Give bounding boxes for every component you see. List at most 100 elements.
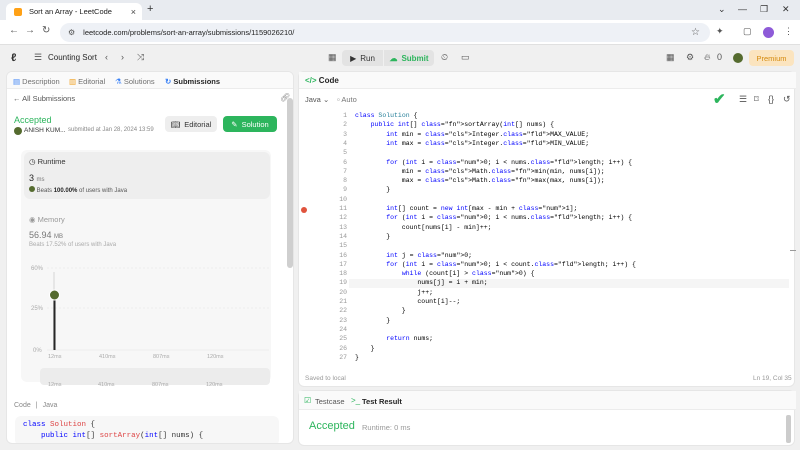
- browser-tab[interactable]: Sort an Array - LeetCode ×: [6, 3, 142, 20]
- submit-button[interactable]: ☁ Submit: [384, 50, 434, 66]
- tab-search-icon[interactable]: ⌄: [718, 4, 726, 15]
- code-line: int j = class="num">0;: [386, 251, 473, 259]
- bookmark-star-icon[interactable]: ☆: [691, 27, 700, 38]
- back-icon[interactable]: ←: [9, 25, 19, 36]
- extension-icon[interactable]: ✦: [716, 26, 724, 37]
- beats-avatar-icon: [29, 186, 35, 192]
- close-window-icon[interactable]: ✕: [782, 4, 790, 15]
- test-runtime: Runtime: 0 ms: [362, 423, 411, 432]
- line-number: 20: [339, 288, 347, 296]
- tab-description[interactable]: ▤ Description: [13, 77, 60, 86]
- timer-icon[interactable]: ⏲: [441, 52, 448, 63]
- code-line: for (int i = class="num">0; i < count.cl…: [386, 260, 636, 268]
- code-line: j++;: [355, 288, 434, 296]
- layout-icon[interactable]: ▦: [666, 52, 675, 63]
- forward-icon[interactable]: →: [25, 25, 35, 36]
- runtime-label: ◷ Runtime: [29, 157, 66, 166]
- scrub-tick-label: 410ms: [98, 382, 115, 387]
- code-line: int min = class="cls">Integer.class="fld…: [386, 130, 590, 138]
- edit-icon: ✎: [231, 119, 238, 129]
- code-line: nums[j] = i + min;: [355, 279, 488, 287]
- notes-icon[interactable]: ▭: [461, 52, 470, 63]
- prev-problem-icon[interactable]: ‹: [105, 52, 108, 62]
- memory-icon: ◉: [29, 215, 38, 224]
- line-number: 8: [343, 177, 347, 185]
- minimize-icon[interactable]: —: [738, 4, 747, 14]
- test-scrollbar[interactable]: [786, 415, 791, 443]
- code-line: count[nums[i] - min]++;: [355, 223, 492, 231]
- auto-mode-toggle[interactable]: ▫ Auto: [337, 95, 357, 104]
- code-editor[interactable]: 1 class Solution {2 public int[] class="f…: [299, 110, 796, 370]
- site-info-icon[interactable]: ⚙: [68, 28, 75, 37]
- code-line: class Solution {: [355, 112, 418, 119]
- tab-submissions[interactable]: ↻ Submissions: [165, 77, 220, 86]
- line-number: 2: [343, 121, 347, 129]
- editorial-button[interactable]: 📖︎ Editorial: [165, 116, 217, 132]
- url-field[interactable]: ⚙ leetcode.com/problems/sort-an-array/su…: [60, 23, 710, 42]
- run-button[interactable]: ▶ Run: [342, 50, 383, 66]
- code-line: }: [355, 353, 359, 361]
- clock-icon: ◷: [29, 157, 38, 166]
- profile-avatar[interactable]: [763, 27, 774, 38]
- accepted-check-icon: ✔: [713, 91, 726, 108]
- settings-icon[interactable]: ⚙: [686, 52, 694, 63]
- language-select[interactable]: Java ⌄: [305, 95, 329, 104]
- tab-editorial[interactable]: ▥ Editorial: [69, 77, 105, 86]
- tab-solutions[interactable]: ⚗ Solutions: [115, 77, 155, 86]
- memory-beats: Beats 17.52% of users with Java: [29, 242, 117, 248]
- line-number: 27: [339, 353, 347, 361]
- tab-testcase[interactable]: Testcase: [315, 397, 345, 406]
- format-icon[interactable]: ☰: [739, 94, 747, 105]
- new-tab-button[interactable]: +: [147, 3, 153, 15]
- reset-icon[interactable]: ↺: [783, 94, 791, 105]
- next-problem-icon[interactable]: ›: [121, 52, 124, 62]
- line-number: 23: [339, 316, 347, 324]
- solution-button[interactable]: ✎ Solution: [223, 116, 277, 132]
- line-number: 3: [343, 130, 347, 138]
- menu-icon[interactable]: ⋮: [784, 26, 793, 37]
- ytick-label: 0%: [33, 348, 42, 354]
- ytick-label: 25%: [31, 306, 44, 312]
- line-number: 9: [343, 186, 347, 194]
- saved-status: Saved to local: [305, 375, 346, 382]
- reload-icon[interactable]: ↻: [42, 25, 50, 36]
- upload-icon: ☁: [389, 53, 398, 63]
- ytick-label: 60%: [31, 266, 44, 272]
- code-panel: </> Code Java ⌄ ▫ Auto ✔ ☰ ⌑ {} ↺ 1 class…: [298, 71, 796, 387]
- memory-label[interactable]: ◉ Memory: [29, 215, 65, 224]
- runtime-beats: Beats 100.00% of users with Java: [29, 186, 127, 194]
- code-preview-line: public int[] sortArray(int[] nums) {: [41, 432, 204, 440]
- chart-bar-highlight[interactable]: [53, 297, 56, 350]
- user-name[interactable]: ANISH KUM...: [24, 127, 66, 134]
- tab-close-icon[interactable]: ×: [131, 7, 136, 17]
- premium-button[interactable]: Premium: [749, 50, 794, 66]
- code-line: count[i]--;: [355, 298, 461, 305]
- terminal-icon: >_: [351, 396, 361, 405]
- debug-icon[interactable]: ▦: [328, 52, 337, 63]
- line-number: 1: [343, 112, 347, 119]
- left-scrollbar[interactable]: [287, 98, 293, 268]
- xtick-label: 120ms: [207, 354, 224, 360]
- problem-list-title[interactable]: Counting Sort: [48, 53, 97, 62]
- user-avatar[interactable]: [733, 53, 743, 63]
- chevron-down-icon: ⌄: [322, 95, 330, 104]
- scrub-tick-label: 12ms: [48, 382, 62, 387]
- all-submissions-link[interactable]: ← All Submissions: [13, 94, 75, 103]
- streak-icon[interactable]: 🔥︎: [704, 52, 711, 63]
- solutions-icon: ⚗: [115, 77, 124, 86]
- code-line: max = class="cls">Math.class="fn">max(ma…: [355, 177, 605, 185]
- tab-test-result[interactable]: Test Result: [362, 397, 402, 406]
- shuffle-icon[interactable]: ⤨: [137, 52, 144, 63]
- line-number: 22: [339, 307, 347, 315]
- line-number: 7: [343, 167, 347, 175]
- bookmark-icon[interactable]: ⌑: [754, 94, 759, 105]
- problem-list-icon[interactable]: ☰: [34, 52, 42, 63]
- braces-icon[interactable]: {}: [768, 94, 774, 104]
- code-line: for (int i = class="num">0; i < nums.cla…: [386, 158, 633, 166]
- runtime-distribution-chart: 60% 25% 0% 12ms 410ms 807ms 120ms: [31, 266, 269, 360]
- leetcode-logo-icon[interactable]: ℓ: [11, 52, 21, 64]
- scrubber-ticks: 12ms 410ms 807ms 120ms: [48, 382, 223, 387]
- sidepanel-icon[interactable]: ▢: [743, 26, 752, 37]
- scrub-tick-label: 807ms: [152, 382, 169, 387]
- maximize-icon[interactable]: ❐: [760, 4, 768, 15]
